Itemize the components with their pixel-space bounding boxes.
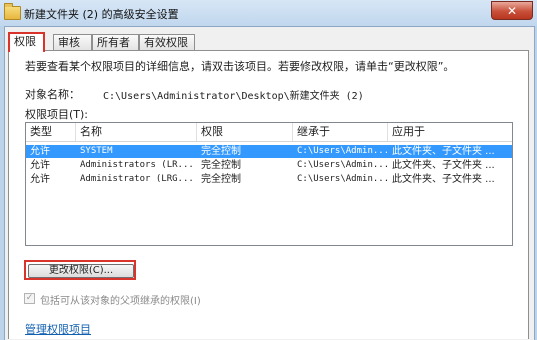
column-header-inherited-from[interactable]: 继承于 <box>293 123 388 141</box>
permission-entries-list[interactable]: 类型 名称 权限 继承于 应用于 允许 SYSTEM 完全控制 C:\Users… <box>25 122 513 246</box>
cell-type: 允许 <box>30 160 50 171</box>
cell-applies-to: 此文件夹、子文件夹 ... <box>392 146 495 157</box>
change-permissions-button[interactable]: 更改权限(C)... <box>28 264 134 278</box>
column-header-applies-to[interactable]: 应用于 <box>388 123 512 141</box>
cell-inherited-from: C:\Users\Admin... <box>297 160 388 170</box>
cell-inherited-from: C:\Users\Admin... <box>297 146 388 156</box>
tab-owner[interactable]: 所有者 <box>92 34 139 50</box>
table-row[interactable]: 允许 Administrator (LRG... 完全控制 C:\Users\A… <box>26 173 512 186</box>
inherit-permissions-label: 包括可从该对象的父项继承的权限(I) <box>40 296 201 307</box>
object-name-value: C:\Users\Administrator\Desktop\新建文件夹 (2) <box>103 91 364 102</box>
cell-name: Administrator (LRG... <box>80 174 194 184</box>
column-header-name[interactable]: 名称 <box>76 123 197 141</box>
title-bar: 新建文件夹 (2) 的高级安全设置 ✕ <box>0 0 537 26</box>
cell-permission: 完全控制 <box>201 174 241 185</box>
change-permissions-highlight: 更改权限(C)... <box>24 260 136 280</box>
tab-permissions[interactable]: 权限 <box>8 32 45 52</box>
checkmark-icon: ✓ <box>25 293 34 303</box>
instruction-text: 若要查看某个权限项目的详细信息，请双击该项目。若要修改权限，请单击“更改权限”。 <box>25 60 455 73</box>
cell-name: Administrators (LR... <box>80 160 194 170</box>
cell-applies-to: 此文件夹、子文件夹 ... <box>392 174 495 185</box>
folder-icon <box>4 3 21 20</box>
cell-type: 允许 <box>30 174 50 185</box>
window-title: 新建文件夹 (2) 的高级安全设置 <box>24 8 179 21</box>
tab-effective-permissions[interactable]: 有效权限 <box>139 34 195 50</box>
close-icon: ✕ <box>506 3 518 18</box>
table-row[interactable]: 允许 Administrators (LR... 完全控制 C:\Users\A… <box>26 159 512 172</box>
cell-permission: 完全控制 <box>201 146 241 157</box>
cell-applies-to: 此文件夹、子文件夹 ... <box>392 160 495 171</box>
cell-type: 允许 <box>30 146 50 157</box>
manage-permissions-link[interactable]: 管理权限项目 <box>25 321 91 337</box>
list-header: 类型 名称 权限 继承于 应用于 <box>26 123 512 142</box>
inherit-permissions-checkbox[interactable]: ✓ <box>24 293 35 304</box>
tab-auditing[interactable]: 审核 <box>53 34 92 50</box>
table-row[interactable]: 允许 SYSTEM 完全控制 C:\Users\Admin... 此文件夹、子文… <box>26 145 512 158</box>
column-header-type[interactable]: 类型 <box>26 123 76 141</box>
object-name-label: 对象名称： <box>25 88 80 101</box>
cell-permission: 完全控制 <box>201 160 241 171</box>
cell-inherited-from: C:\Users\Admin... <box>297 174 388 184</box>
column-header-permission[interactable]: 权限 <box>197 123 293 141</box>
permission-entries-label: 权限项目(T): <box>25 108 89 121</box>
cell-name: SYSTEM <box>80 146 113 156</box>
close-button[interactable]: ✕ <box>491 1 533 20</box>
